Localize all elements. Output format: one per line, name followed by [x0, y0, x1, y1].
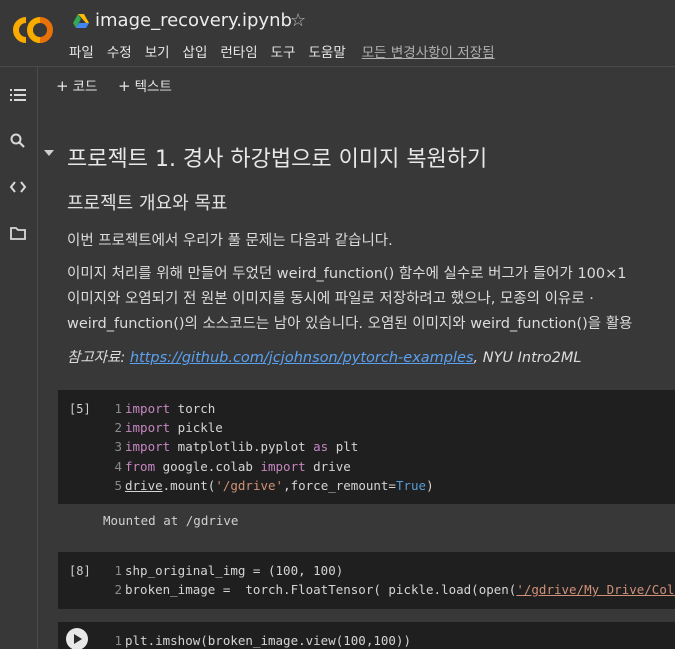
section-heading: 프로젝트 1. 경사 하강법으로 이미지 복원하기	[67, 147, 488, 172]
saved-status[interactable]: 모든 변경사항이 저장됨	[362, 41, 495, 61]
code-cell[interactable]: [8] 1 shp_original_img = (100, 100) 2 broke…	[58, 552, 675, 609]
menu-runtime[interactable]: 런타임	[220, 41, 257, 61]
paragraph: weird_function()의 소스코드는 남아 있습니다. 오염된 이미지…	[67, 316, 633, 332]
add-code-button[interactable]: + 코드	[56, 75, 97, 95]
notebook-toolbar: + 코드 + 텍스트	[38, 67, 675, 101]
boolean-literal: True	[395, 477, 427, 493]
code-line: 1 import torch	[114, 401, 216, 416]
keyword: import	[125, 401, 171, 416]
reference-line: 참고자료: https://github.com/jcjohnson/pytor…	[67, 350, 582, 366]
run-cell-button[interactable]	[66, 628, 88, 649]
add-text-button[interactable]: + 텍스트	[118, 75, 172, 95]
string-literal: '/gdrive'	[215, 477, 284, 493]
menu-insert[interactable]: 삽입	[183, 41, 208, 61]
code-editor[interactable]: 1 import torch 2 import pickle 3 import matpl…	[110, 399, 434, 495]
notebook-title[interactable]: image_recovery.ipynb	[95, 10, 292, 31]
menu-tools[interactable]: 도구	[271, 41, 296, 61]
code-cell[interactable]: [5] 1 import torch 2 import pickle 3 import m…	[58, 390, 675, 504]
code-line: 5 drive.mount('/gdrive',force_remount=Tru…	[114, 477, 434, 493]
keyword: import	[125, 420, 171, 436]
keyword: import	[125, 439, 171, 455]
paragraph: 이번 프로젝트에서 우리가 풀 문제는 다음과 같습니다.	[67, 233, 393, 249]
execution-count: [8]	[69, 564, 91, 578]
reference-link[interactable]: https://github.com/jcjohnson/pytorch-exa…	[130, 350, 474, 366]
menu-file[interactable]: 파일	[69, 41, 94, 61]
keyword: from	[125, 458, 156, 474]
subsection-heading: 프로젝트 개요와 목표	[67, 193, 228, 214]
code-editor[interactable]: 1 shp_original_img = (100, 100) 2 broken_im…	[110, 561, 675, 599]
plus-icon: +	[118, 77, 131, 95]
code-line: 3 import matplotlib.pyplot as plt	[114, 439, 359, 455]
menu-help[interactable]: 도움말	[308, 41, 345, 61]
code-line: 4 from google.colab import drive	[114, 458, 351, 474]
star-icon[interactable]: ☆	[290, 10, 306, 31]
code-line: 1 plt.imshow(broken_image.view(100,100))	[114, 633, 411, 648]
string-literal: '/gdrive/My Drive/Colab Note	[516, 582, 675, 598]
notebook-content: 프로젝트 1. 경사 하강법으로 이미지 복원하기 프로젝트 개요와 목표 이번…	[38, 101, 675, 649]
toc-icon[interactable]	[9, 86, 27, 104]
code-editor[interactable]: 1 plt.imshow(broken_image.view(100,100))	[110, 631, 411, 649]
keyword: import	[260, 458, 306, 474]
menu-bar: 파일 수정 보기 삽입 런타임 도구 도움말 모든 변경사항이 저장됨	[69, 41, 495, 61]
plus-icon: +	[56, 77, 69, 95]
execution-count: [5]	[69, 402, 91, 416]
top-bar: image_recovery.ipynb ☆ 파일 수정 보기 삽입 런타임 도…	[0, 0, 675, 66]
search-icon[interactable]	[9, 132, 27, 150]
paragraph: 이미지와 오염되기 전 원본 이미지를 동시에 파일로 저장하려고 했으나, 모…	[67, 291, 594, 307]
files-icon[interactable]	[9, 224, 27, 242]
menu-edit[interactable]: 수정	[107, 41, 132, 61]
menu-view[interactable]: 보기	[145, 41, 170, 61]
paragraph: 이미지 처리를 위해 만들어 두었던 weird_function() 함수에 …	[67, 266, 627, 282]
code-cell[interactable]: 1 plt.imshow(broken_image.view(100,100))	[58, 622, 675, 649]
keyword: as	[313, 439, 329, 455]
colab-logo[interactable]	[12, 14, 54, 46]
code-line: 2 import pickle	[114, 420, 223, 436]
left-sidebar	[0, 67, 38, 649]
collapse-section-icon[interactable]	[44, 150, 54, 156]
cell-output: Mounted at /gdrive	[103, 513, 239, 528]
google-drive-icon	[73, 13, 89, 28]
code-line: 2 broken_image = torch.FloatTensor( pickl…	[110, 580, 675, 599]
code-snippets-icon[interactable]	[9, 178, 27, 196]
code-line: 1 shp_original_img = (100, 100)	[114, 563, 344, 578]
